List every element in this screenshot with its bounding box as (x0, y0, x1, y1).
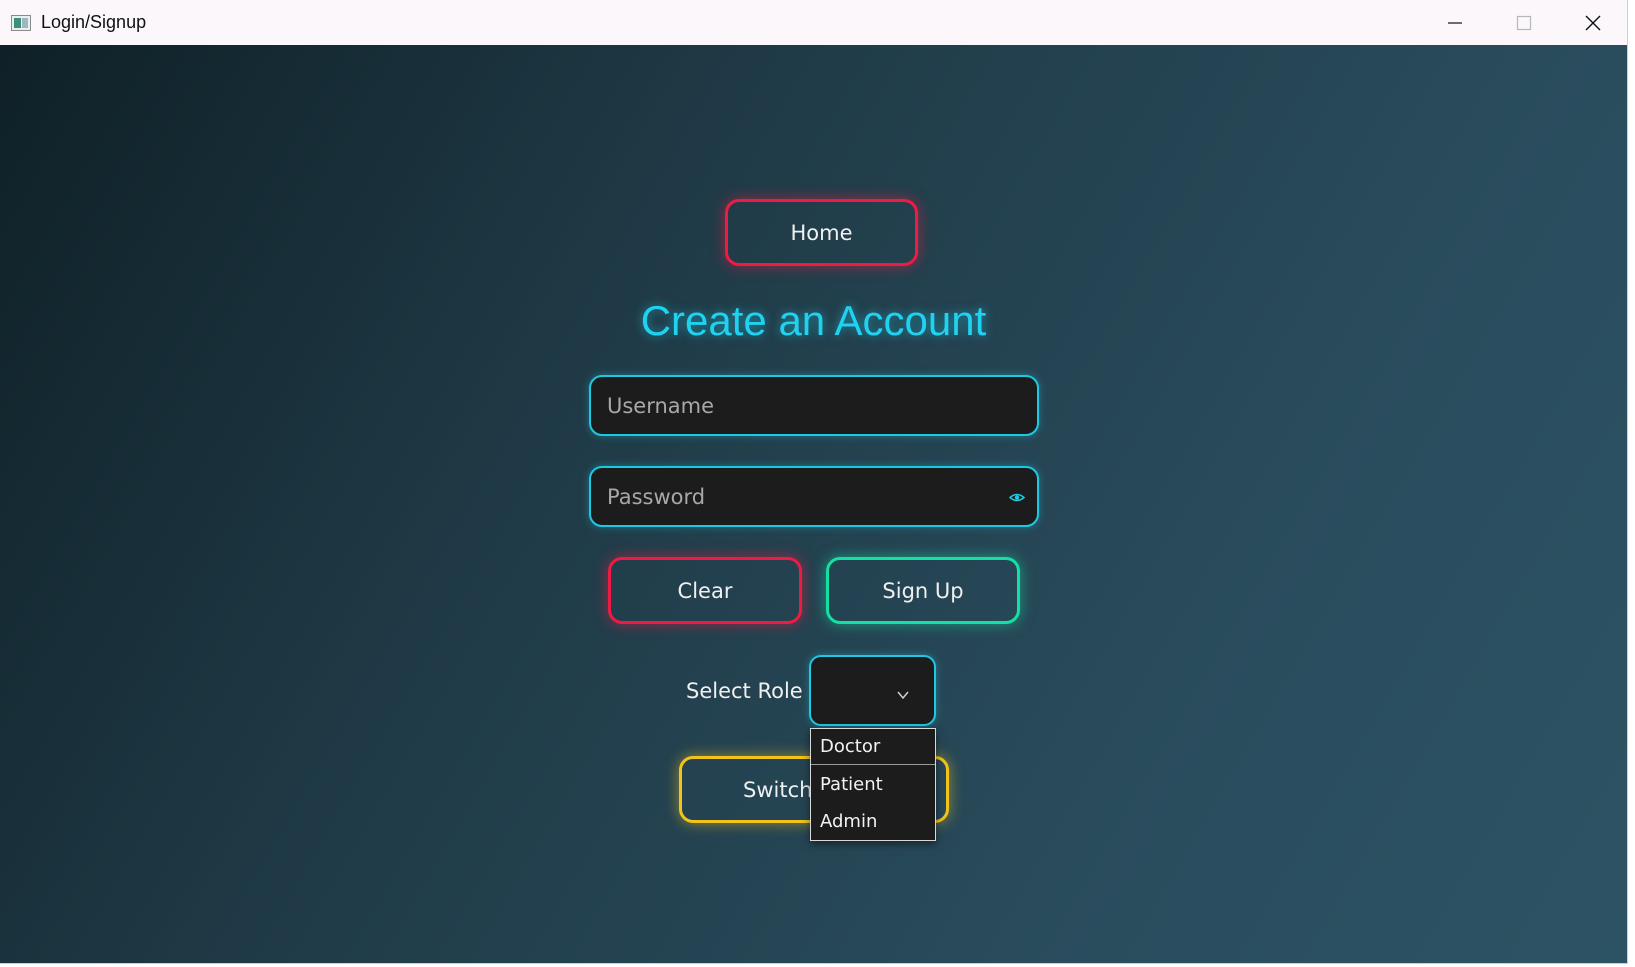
role-dropdown-list: Doctor Patient Admin (810, 728, 936, 841)
title-bar[interactable]: Login/Signup (0, 0, 1627, 45)
window-title: Login/Signup (41, 12, 147, 32)
signup-panel: Home Create an Account Clear Sign Up Sel… (0, 45, 1627, 963)
username-field[interactable] (589, 375, 1039, 436)
window-controls (1420, 0, 1627, 45)
username-input[interactable] (607, 377, 993, 434)
app-window: Login/Signup Home Create an Account Clea… (0, 0, 1628, 964)
minimize-button[interactable] (1420, 0, 1489, 45)
app-icon (11, 14, 31, 31)
role-option-admin[interactable]: Admin (811, 803, 935, 839)
minimize-icon (1447, 21, 1462, 24)
home-button[interactable]: Home (725, 199, 918, 266)
role-option-doctor[interactable]: Doctor (811, 729, 935, 765)
close-icon (1585, 15, 1600, 30)
password-field[interactable] (589, 466, 1039, 527)
role-select[interactable] (809, 655, 936, 726)
maximize-icon (1516, 15, 1531, 30)
clear-button[interactable]: Clear (608, 557, 802, 624)
sign-up-button[interactable]: Sign Up (826, 557, 1020, 624)
page-title: Create an Account (640, 297, 987, 344)
close-button[interactable] (1558, 0, 1627, 45)
chevron-down-icon (897, 684, 909, 703)
role-option-patient[interactable]: Patient (811, 766, 935, 802)
password-input[interactable] (607, 468, 993, 525)
maximize-button[interactable] (1489, 0, 1558, 45)
show-password-icon[interactable] (1008, 487, 1026, 506)
select-role-label: Select Role (686, 679, 803, 703)
